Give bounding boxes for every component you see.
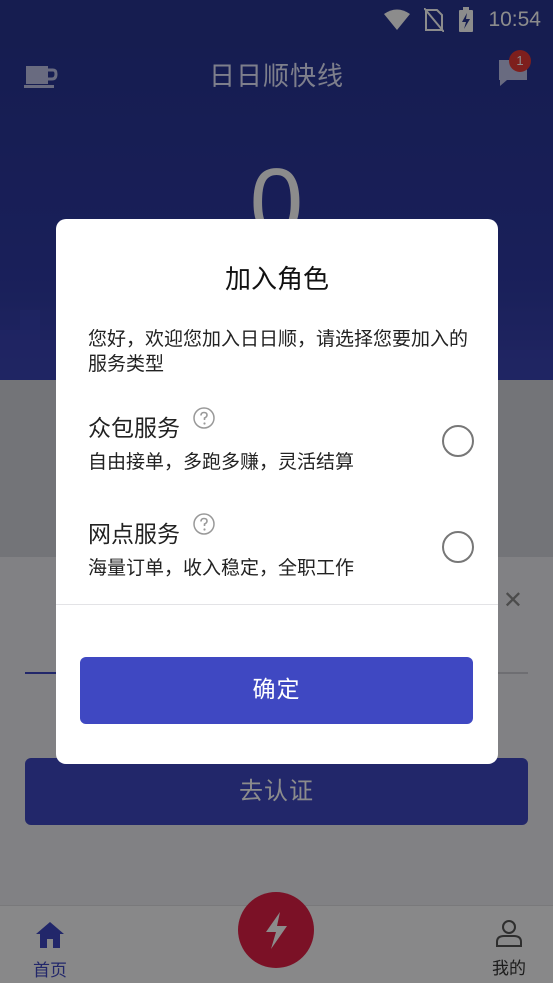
dialog-description: 您好，欢迎您加入日日顺，请选择您要加入的服务类型 bbox=[88, 328, 469, 375]
dialog-title: 加入角色 bbox=[224, 265, 329, 295]
confirm-button[interactable]: 确定 bbox=[80, 657, 473, 724]
option-subtitle: 自由接单，多跑多赚，灵活结算 bbox=[88, 451, 355, 473]
help-icon[interactable] bbox=[193, 513, 215, 535]
option-outlet[interactable]: 网点服务 海量订单，收入稳定，全职工作 bbox=[88, 513, 474, 595]
divider bbox=[56, 604, 498, 605]
option-title: 网点服务 bbox=[88, 522, 180, 548]
option-crowdsource[interactable]: 众包服务 自由接单，多跑多赚，灵活结算 bbox=[88, 407, 474, 489]
help-icon[interactable] bbox=[193, 407, 215, 429]
radio-button[interactable] bbox=[442, 531, 474, 563]
join-role-dialog: 加入角色 您好，欢迎您加入日日顺，请选择您要加入的服务类型 众包服务 自由接单，… bbox=[56, 219, 498, 764]
option-subtitle: 海量订单，收入稳定，全职工作 bbox=[88, 557, 355, 579]
radio-button[interactable] bbox=[442, 425, 474, 457]
option-title: 众包服务 bbox=[88, 416, 180, 442]
